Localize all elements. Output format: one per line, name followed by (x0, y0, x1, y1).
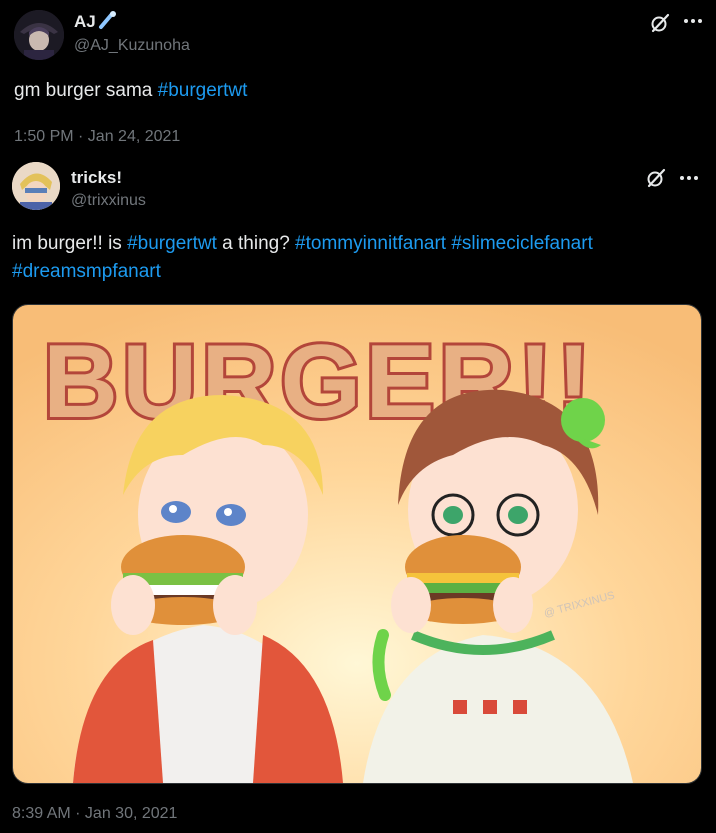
tweet-text: gm burger sama #burgertwt (14, 77, 247, 105)
author-handle[interactable]: @trixxinus (71, 192, 146, 210)
grok-icon[interactable] (649, 12, 671, 34)
hashtag-link[interactable]: #burgertwt (127, 233, 217, 254)
more-icon[interactable] (678, 174, 700, 182)
tweet-text: im burger!! is #burgertwt a thing? #tomm… (12, 230, 702, 286)
hashtag-link[interactable]: #burgertwt (158, 80, 248, 101)
comet-emoji-icon (99, 11, 116, 29)
tweet-media-image[interactable]: BURGER!! @ TRIXXINUS (12, 304, 702, 784)
fanart-illustration: BURGER!! @ TRIXXINUS (13, 305, 701, 783)
avatar-aj-image (14, 10, 64, 60)
more-icon[interactable] (682, 17, 704, 25)
hashtag-link[interactable]: #slimeciclefanart (451, 233, 593, 254)
grok-icon[interactable] (645, 167, 667, 189)
hashtag-link[interactable]: #dreamsmpfanart (12, 261, 161, 282)
tweet-text-plain: im burger!! is (12, 233, 128, 254)
author-name[interactable]: tricks! (71, 168, 122, 188)
author-name[interactable]: AJ (74, 12, 96, 32)
avatar-tricks-image (12, 162, 60, 210)
avatar-aj[interactable] (14, 10, 64, 60)
author-handle[interactable]: @AJ_Kuzunoha (74, 37, 190, 55)
tweet-text-plain: a thing? (216, 233, 296, 254)
avatar-tricks[interactable] (12, 162, 60, 210)
timestamp[interactable]: 1:50 PM · Jan 24, 2021 (14, 128, 180, 146)
tweet-text-plain: gm burger sama (14, 80, 158, 101)
hashtag-link[interactable]: #tommyinnitfanart (295, 233, 446, 254)
tweet-quoted[interactable]: AJ @AJ_Kuzunoha gm burger sama #burgertw… (0, 0, 716, 150)
timestamp[interactable]: 8:39 AM · Jan 30, 2021 (12, 805, 177, 823)
